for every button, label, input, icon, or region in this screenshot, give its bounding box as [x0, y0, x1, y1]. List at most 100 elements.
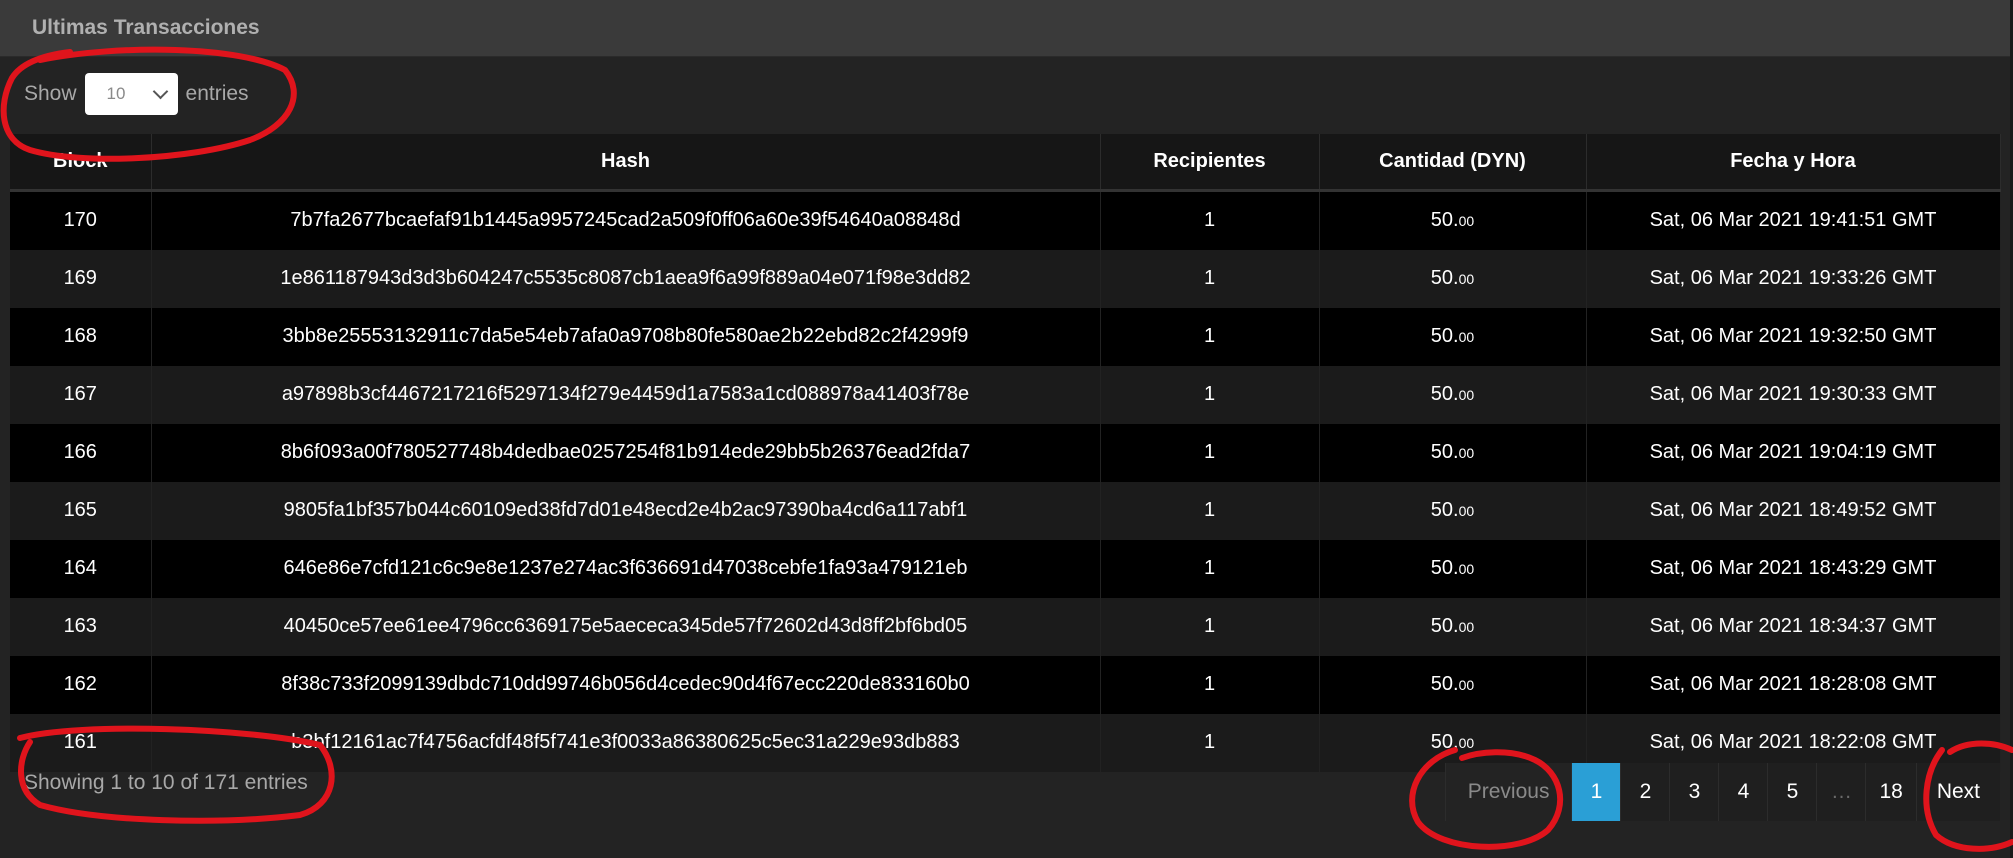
amount-decimals: 00 — [1458, 213, 1475, 229]
recipients-cell: 1 — [1100, 190, 1320, 250]
recipients-cell: 1 — [1100, 481, 1320, 540]
hash-cell: a97898b3cf4467217216f5297134f279e4459d1a… — [151, 365, 1101, 424]
transactions-panel: Ultimas Transacciones Show 10 entries Bl… — [0, 0, 2010, 858]
page-button-18[interactable]: 18 — [1865, 763, 1916, 821]
amount-cell: 50.00 — [1319, 597, 1587, 656]
amount-integer: 50. — [1430, 557, 1459, 579]
datetime-cell: Sat, 06 Mar 2021 18:28:08 GMT — [1586, 655, 2001, 714]
entries-per-page-value: 10 — [106, 84, 126, 103]
amount-integer: 50. — [1430, 731, 1459, 753]
amount-cell: 50.00 — [1319, 190, 1587, 250]
table-row: 166 8b6f093a00f780527748b4dedbae0257254f8… — [10, 423, 2001, 482]
hash-cell: 40450ce57ee61ee4796cc6369175e5aececa345d… — [151, 597, 1101, 656]
page-button-3[interactable]: 3 — [1669, 763, 1719, 821]
block-cell: 169 — [10, 249, 152, 308]
hash-cell: 8b6f093a00f780527748b4dedbae0257254f81b9… — [151, 423, 1101, 482]
datetime-cell: Sat, 06 Mar 2021 19:30:33 GMT — [1586, 365, 2001, 424]
datetime-cell: Sat, 06 Mar 2021 19:41:51 GMT — [1586, 190, 2001, 250]
amount-decimals: 00 — [1458, 561, 1475, 577]
amount-integer: 50. — [1430, 441, 1459, 463]
block-cell: 165 — [10, 481, 152, 540]
recipients-cell: 1 — [1100, 307, 1320, 366]
column-header-hash[interactable]: Hash — [151, 134, 1101, 192]
table-row: 164 646e86e7cfd121c6c9e8e1237e274ac3f6366… — [10, 539, 2001, 598]
panel-header: Ultimas Transacciones — [0, 0, 2010, 57]
hash-cell: 646e86e7cfd121c6c9e8e1237e274ac3f636691d… — [151, 539, 1101, 598]
page-ellipsis: … — [1816, 763, 1866, 821]
recipients-cell: 1 — [1100, 597, 1320, 656]
show-label: Show — [24, 82, 77, 105]
column-header-recipients[interactable]: Recipientes — [1100, 134, 1320, 192]
amount-cell: 50.00 — [1319, 307, 1587, 366]
amount-decimals: 00 — [1458, 619, 1475, 635]
hash-cell: 3bb8e25553132911c7da5e54eb7afa0a9708b80f… — [151, 307, 1101, 366]
datetime-cell: Sat, 06 Mar 2021 18:43:29 GMT — [1586, 539, 2001, 598]
recipients-cell: 1 — [1100, 539, 1320, 598]
block-cell: 168 — [10, 307, 152, 366]
entries-per-page-select[interactable]: 10 — [84, 73, 178, 115]
hash-cell: 9805fa1bf357b044c60109ed38fd7d01e48ecd2e… — [151, 481, 1101, 540]
table-header-row: Block Hash Recipientes Cantidad (DYN) Fe… — [10, 134, 2001, 192]
amount-integer: 50. — [1430, 673, 1459, 695]
datetime-cell: Sat, 06 Mar 2021 19:32:50 GMT — [1586, 307, 2001, 366]
recipients-cell: 1 — [1100, 713, 1320, 772]
amount-integer: 50. — [1430, 615, 1459, 637]
entries-length-control: Show 10 entries — [24, 72, 249, 116]
recipients-cell: 1 — [1100, 423, 1320, 482]
block-cell: 163 — [10, 597, 152, 656]
page-button-2[interactable]: 2 — [1620, 763, 1670, 821]
page-button-4[interactable]: 4 — [1718, 763, 1768, 821]
table-row: 163 40450ce57ee61ee4796cc6369175e5aececa3… — [10, 597, 2001, 656]
amount-cell: 50.00 — [1319, 481, 1587, 540]
panel-title: Ultimas Transacciones — [32, 16, 260, 39]
column-header-datetime[interactable]: Fecha y Hora — [1586, 134, 2001, 192]
chevron-down-icon — [152, 83, 168, 100]
amount-integer: 50. — [1430, 383, 1459, 405]
amount-decimals: 00 — [1458, 735, 1475, 751]
recipients-cell: 1 — [1100, 655, 1320, 714]
amount-cell: 50.00 — [1319, 365, 1587, 424]
next-page-button[interactable]: Next — [1915, 763, 2000, 821]
amount-decimals: 00 — [1458, 445, 1475, 461]
amount-cell: 50.00 — [1319, 539, 1587, 598]
hash-cell: 8f38c733f2099139dbdc710dd99746b056d4cede… — [151, 655, 1101, 714]
block-cell: 164 — [10, 539, 152, 598]
amount-cell: 50.00 — [1319, 249, 1587, 308]
datetime-cell: Sat, 06 Mar 2021 19:04:19 GMT — [1586, 423, 2001, 482]
table-row: 170 7b7fa2677bcaefaf91b1445a9957245cad2a5… — [10, 190, 2001, 250]
block-cell: 161 — [10, 713, 152, 772]
column-header-amount[interactable]: Cantidad (DYN) — [1319, 134, 1587, 192]
transactions-table: Block Hash Recipientes Cantidad (DYN) Fe… — [10, 134, 2001, 772]
table-info: Showing 1 to 10 of 171 entries — [24, 771, 308, 794]
previous-page-button[interactable]: Previous — [1444, 763, 1572, 821]
amount-decimals: 00 — [1458, 677, 1475, 693]
amount-integer: 50. — [1430, 499, 1459, 521]
amount-cell: 50.00 — [1319, 423, 1587, 482]
block-cell: 162 — [10, 655, 152, 714]
page-button-1[interactable]: 1 — [1571, 763, 1621, 821]
table-row: 168 3bb8e25553132911c7da5e54eb7afa0a9708b… — [10, 307, 2001, 366]
table-row: 167 a97898b3cf4467217216f5297134f279e4459… — [10, 365, 2001, 424]
hash-cell: 7b7fa2677bcaefaf91b1445a9957245cad2a509f… — [151, 190, 1101, 250]
table-row: 169 1e861187943d3d3b604247c5535c8087cb1ae… — [10, 249, 2001, 308]
hash-cell: b3bf12161ac7f4756acfdf48f5f741e3f0033a86… — [151, 713, 1101, 772]
amount-cell: 50.00 — [1319, 655, 1587, 714]
hash-cell: 1e861187943d3d3b604247c5535c8087cb1aea9f… — [151, 249, 1101, 308]
datetime-cell: Sat, 06 Mar 2021 18:34:37 GMT — [1586, 597, 2001, 656]
page-button-5[interactable]: 5 — [1767, 763, 1817, 821]
block-cell: 167 — [10, 365, 152, 424]
table-row: 162 8f38c733f2099139dbdc710dd99746b056d4c… — [10, 655, 2001, 714]
block-cell: 170 — [10, 190, 152, 250]
amount-decimals: 00 — [1458, 387, 1475, 403]
datetime-cell: Sat, 06 Mar 2021 18:49:52 GMT — [1586, 481, 2001, 540]
recipients-cell: 1 — [1100, 249, 1320, 308]
recipients-cell: 1 — [1100, 365, 1320, 424]
amount-integer: 50. — [1430, 325, 1459, 347]
amount-integer: 50. — [1430, 267, 1459, 289]
amount-decimals: 00 — [1458, 329, 1475, 345]
table-row: 165 9805fa1bf357b044c60109ed38fd7d01e48ec… — [10, 481, 2001, 540]
amount-decimals: 00 — [1458, 503, 1475, 519]
entries-label: entries — [185, 82, 249, 105]
datetime-cell: Sat, 06 Mar 2021 19:33:26 GMT — [1586, 249, 2001, 308]
column-header-block[interactable]: Block — [10, 134, 152, 192]
